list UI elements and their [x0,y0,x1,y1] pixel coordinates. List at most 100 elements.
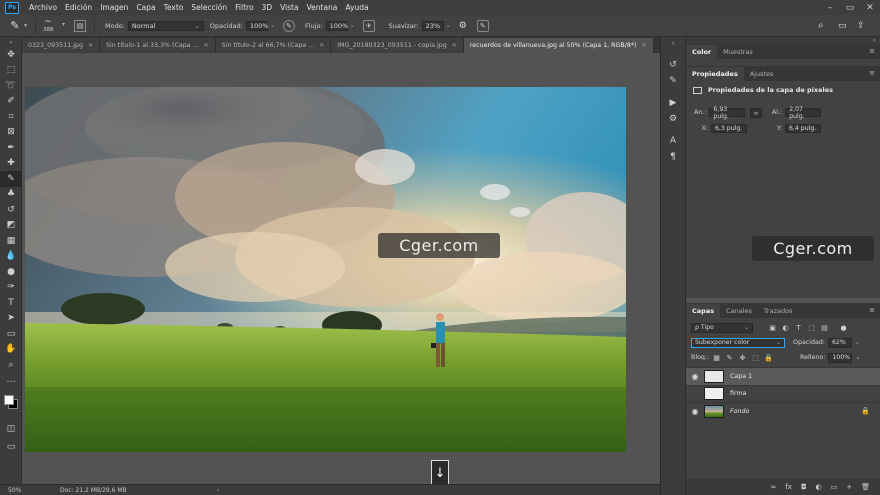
brush-preset-picker[interactable]: ~ 388 ▾ [40,17,70,35]
actions-icon[interactable]: ▶ [661,95,685,111]
zoom-level[interactable]: 50% [0,487,60,494]
close-icon[interactable]: ✕ [452,42,457,49]
menu-ventana[interactable]: Ventana [303,3,342,12]
width-input[interactable]: 6,93 pulg. [709,106,746,120]
crop-tool-icon[interactable]: ⌗ [0,109,22,125]
blend-mode-select[interactable]: Subexponer color ⌄ [691,337,785,348]
tab-properties[interactable]: Propiedades [686,67,744,81]
chevron-down-icon[interactable]: ⌄ [350,22,355,29]
lock-artboard-icon[interactable]: ⬚ [750,354,761,362]
gear-icon[interactable]: ⚙ [459,21,467,31]
eyedropper-tool-icon[interactable]: ✒ [0,140,22,156]
menu-archivo[interactable]: Archivo [25,3,61,12]
brush-tool-icon[interactable]: ✎ [6,18,24,34]
marquee-tool-icon[interactable]: ⬚ [0,63,22,79]
tab-document-4[interactable]: IMG_20180323_093511 - copia.jpg ✕ [331,38,464,53]
layer-opacity-input[interactable]: 62% [828,337,852,348]
eye-icon[interactable]: ◉ [686,372,704,381]
hand-tool-icon[interactable]: ✋ [0,342,22,358]
shape-tool-icon[interactable]: ▭ [0,326,22,342]
filter-toggle-icon[interactable]: ● [838,324,849,332]
menu-filtro[interactable]: Filtro [231,3,257,12]
menu-seleccion[interactable]: Selección [187,3,231,12]
layer-filter-select[interactable]: ρ Tipo ⌄ [691,322,753,333]
menu-texto[interactable]: Texto [160,3,188,12]
close-icon[interactable]: ✕ [641,42,646,49]
paragraph-icon[interactable]: ¶ [661,149,685,165]
share-icon[interactable]: ⇪ [857,21,865,31]
lasso-tool-icon[interactable]: ➰ [0,78,22,94]
history-brush-tool-icon[interactable]: ↺ [0,202,22,218]
menu-edicion[interactable]: Edición [61,3,96,12]
trash-icon[interactable]: 🗑 [861,483,870,491]
lock-position-icon[interactable]: ✥ [737,354,748,362]
layer-row-capa-1[interactable]: ◉ Capa 1 [686,367,880,385]
screen-mode-icon[interactable]: ▭ [0,439,22,455]
filter-shape-icon[interactable]: ⬚ [806,324,817,332]
opacity-input[interactable]: 100% [245,20,269,31]
minimize-button[interactable]: – [820,0,840,15]
collapse-panels-icon[interactable]: « [661,37,685,49]
airbrush-icon[interactable]: ✈ [362,19,375,32]
layer-style-icon[interactable]: fx [785,483,792,491]
close-window-button[interactable]: ✕ [860,0,880,15]
menu-imagen[interactable]: Imagen [96,3,132,12]
filter-pixel-icon[interactable]: ▣ [767,324,778,332]
blur-tool-icon[interactable]: 💧 [0,249,22,265]
pressure-opacity-icon[interactable]: ✎ [282,19,295,32]
quick-select-tool-icon[interactable]: ✐ [0,94,22,110]
tab-document-3[interactable]: Sin título-2 al 66,7% (Capa ... ✕ [215,38,332,53]
tab-document-active[interactable]: recuerdos de villanueva.jpg al 50% (Capa… [463,38,654,53]
x-input[interactable]: 6,3 pulg. [711,124,747,133]
adjustments-icon[interactable]: ⚙ [661,111,685,127]
tab-color[interactable]: Color [686,45,718,59]
eraser-tool-icon[interactable]: ◩ [0,218,22,234]
hidden-eye-icon[interactable]: ◉ [686,389,704,398]
brush-tool-icon[interactable]: ✎ [0,171,22,187]
mode-select[interactable]: Normal ⌄ [127,20,204,31]
menu-ayuda[interactable]: Ayuda [341,3,372,12]
clone-stamp-tool-icon[interactable]: ♣ [0,187,22,203]
layer-row-firma[interactable]: ◉ firma [686,384,880,403]
panel-menu-icon[interactable]: ≡ [869,306,875,314]
landscape-photo[interactable] [25,87,626,452]
pressure-size-icon[interactable]: ✎ [476,19,489,32]
collapse-tools-icon[interactable]: » [0,37,22,47]
tab-swatches[interactable]: Muestras [717,45,759,59]
menu-3d[interactable]: 3D [258,3,277,12]
chevron-down-icon[interactable]: ⌄ [855,339,860,346]
filter-adjustment-icon[interactable]: ◐ [780,324,791,332]
tab-document-2[interactable]: Sin título-1 al 33,3% (Capa ... ✕ [100,38,216,53]
path-selection-tool-icon[interactable]: ➤ [0,311,22,327]
tab-layers[interactable]: Capas [686,304,721,318]
type-tool-icon[interactable]: T [0,295,22,311]
brush-settings-panel-icon[interactable]: ✎ [661,73,685,89]
tab-adjustments[interactable]: Ajustes [744,67,780,81]
fill-input[interactable]: 100% [828,352,853,363]
link-icon[interactable]: ∞ [750,108,762,118]
flow-input[interactable]: 100% [325,20,348,31]
zoom-tool-icon[interactable]: ⌕ [0,357,22,373]
filter-smart-object-icon[interactable]: ▤ [819,324,830,332]
panel-menu-icon[interactable]: ≡ [869,47,875,55]
healing-brush-tool-icon[interactable]: ✚ [0,156,22,172]
menu-vista[interactable]: Vista [276,3,303,12]
maximize-button[interactable]: ▭ [840,0,860,15]
pen-tool-icon[interactable]: ✑ [0,280,22,296]
close-icon[interactable]: ✕ [88,42,93,49]
smoothing-input[interactable]: 23% [421,20,444,31]
chevron-right-icon[interactable]: › [217,487,219,494]
chevron-down-icon[interactable]: ⌄ [855,354,860,361]
link-layers-icon[interactable]: ∞ [771,483,777,491]
add-mask-icon[interactable]: ◘ [801,483,807,491]
chevron-down-icon[interactable]: ⌄ [446,22,451,29]
height-input[interactable]: 2,07 pulg. [785,106,822,120]
quick-mask-icon[interactable]: ◫ [0,421,22,437]
lock-paint-icon[interactable]: ✎ [724,354,735,362]
tab-channels[interactable]: Canales [720,304,758,318]
lock-all-icon[interactable]: 🔒 [763,354,774,362]
dodge-tool-icon[interactable]: ● [0,264,22,280]
new-layer-icon[interactable]: + [846,483,852,491]
filter-type-icon[interactable]: T [793,324,804,332]
brush-settings-icon[interactable]: ▤ [74,19,87,32]
